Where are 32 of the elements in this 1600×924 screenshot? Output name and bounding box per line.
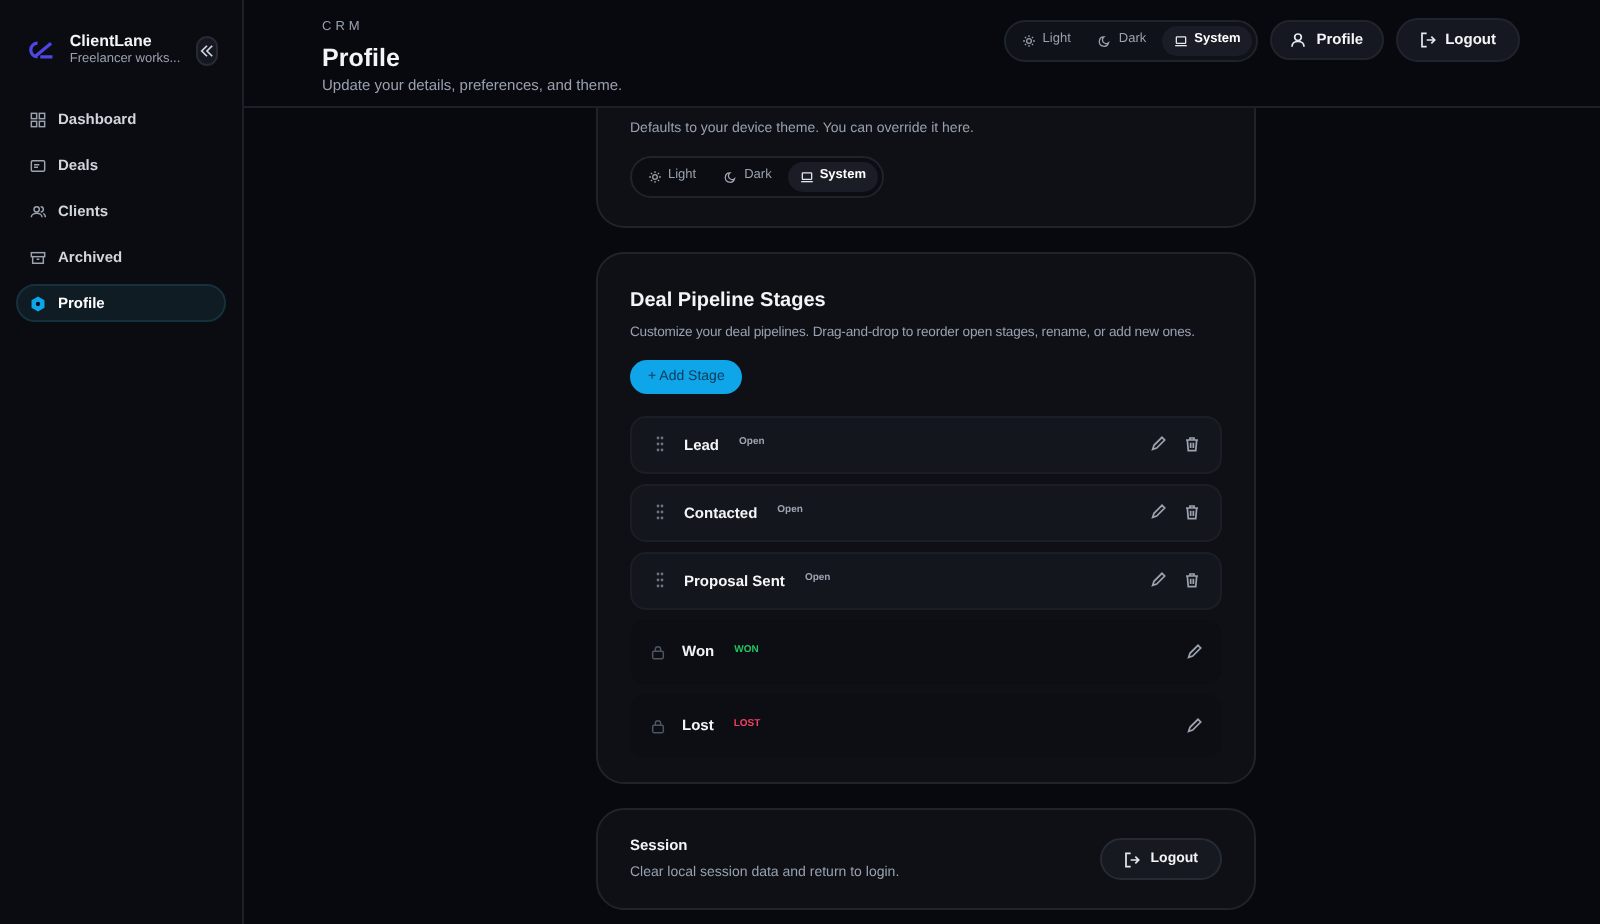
page-title: Profile bbox=[322, 41, 402, 74]
logout-icon bbox=[1419, 32, 1436, 48]
user-icon bbox=[1290, 32, 1307, 48]
logout-icon bbox=[1124, 851, 1141, 868]
delete-icon[interactable] bbox=[1184, 572, 1200, 589]
edit-icon[interactable] bbox=[1186, 643, 1202, 660]
brand-name: ClientLane bbox=[69, 32, 154, 52]
delete-icon[interactable] bbox=[1184, 436, 1200, 453]
edit-icon[interactable] bbox=[1150, 436, 1166, 453]
drag-handle-icon[interactable] bbox=[656, 572, 664, 589]
settings-icon bbox=[30, 295, 46, 312]
section-title: Deal Pipeline Stages bbox=[630, 287, 828, 315]
drag-handle-icon[interactable] bbox=[656, 504, 664, 521]
sun-icon bbox=[1022, 33, 1037, 47]
moon-icon bbox=[1098, 33, 1113, 47]
lock-icon bbox=[650, 717, 666, 734]
chevrons-left-icon bbox=[200, 43, 215, 58]
users-icon bbox=[30, 203, 46, 220]
lock-icon bbox=[650, 643, 666, 660]
sun-icon bbox=[648, 169, 662, 183]
card-icon bbox=[30, 157, 46, 174]
grid-icon bbox=[30, 111, 46, 128]
laptop-icon bbox=[1174, 33, 1189, 47]
edit-icon[interactable] bbox=[1150, 572, 1166, 589]
moon-icon bbox=[724, 169, 739, 183]
drag-handle-icon[interactable] bbox=[656, 436, 664, 453]
edit-icon[interactable] bbox=[1150, 504, 1166, 521]
edit-icon[interactable] bbox=[1186, 717, 1202, 734]
delete-icon[interactable] bbox=[1184, 504, 1200, 521]
collapse-button[interactable] bbox=[196, 35, 218, 66]
laptop-icon bbox=[799, 169, 814, 183]
archive-icon bbox=[30, 249, 46, 266]
